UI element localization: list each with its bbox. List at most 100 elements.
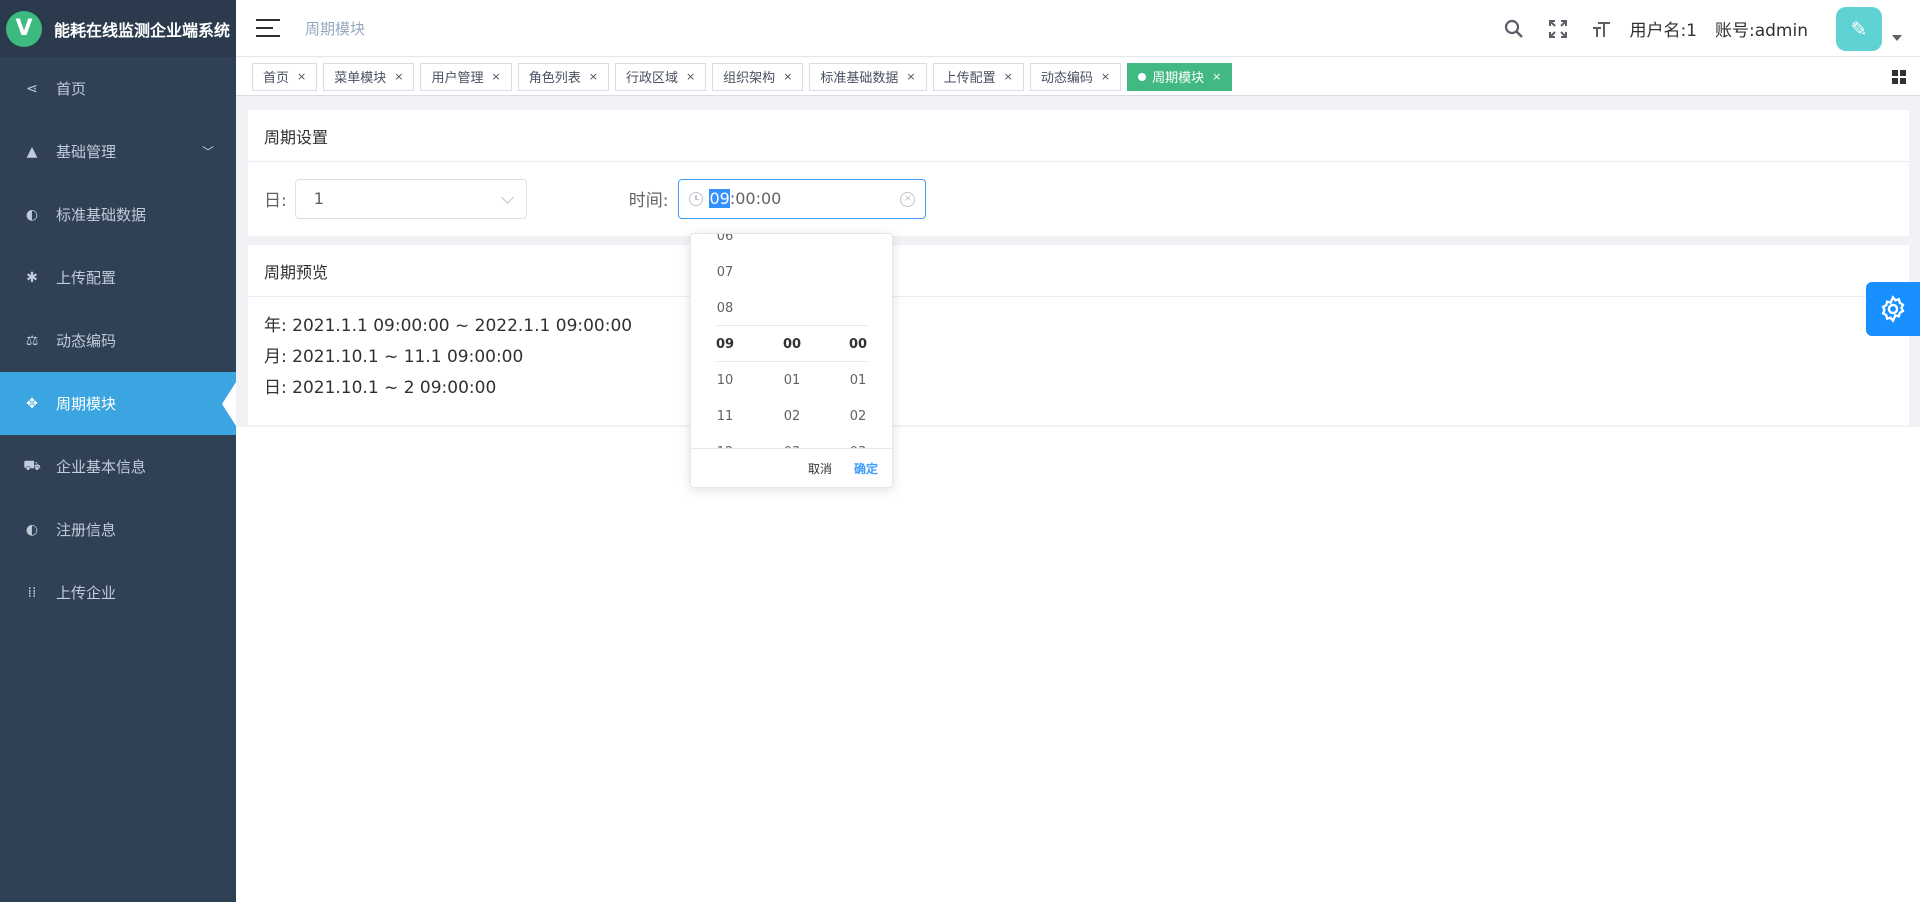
second-option[interactable]: 00 [828,327,888,363]
dots-grid-icon: ⁞⁞ [27,584,37,601]
fullscreen-icon[interactable] [1543,14,1573,44]
tag-label: 组织架构 [723,71,776,86]
sidebar-item-3[interactable]: ✱ 上传配置 [0,246,236,309]
sidebar-item-5[interactable]: ✥ 周期模块 [0,372,236,435]
minute-option[interactable]: 00 [762,327,822,363]
period-settings-card: 周期设置 日: 1 时间: 09:00:00 × [248,110,1909,236]
sidebar-item-1[interactable]: ▲ 基础管理 ﹀ [0,120,236,183]
settings-gear-icon[interactable] [1866,282,1920,336]
cancel-button[interactable]: 取消 [808,460,832,477]
second-column[interactable]: 00010203 [828,327,888,448]
hour-option[interactable]: 09 [695,327,755,363]
tag-9[interactable]: 周期模块 × [1127,62,1233,91]
sidebar-item-2[interactable]: ◐ 标准基础数据 [0,183,236,246]
clock-icon [689,191,704,206]
move-icon: ✥ [26,395,38,412]
close-icon[interactable]: × [783,70,792,83]
tag-label: 行政区域 [625,71,678,86]
account-label: 账号:admin [1715,21,1808,41]
logo-icon: V [6,10,42,47]
top-header: 周期模块 用户名:1 账号:admin ✎ [236,0,1920,57]
period-preview-title: 周期预览 [248,245,1909,297]
tag-6[interactable]: 标准基础数据 × [809,62,927,91]
avatar[interactable]: ✎ [1836,6,1882,51]
car-icon: ⛟ [23,457,41,474]
close-icon[interactable]: × [297,70,306,83]
period-preview-card: 周期预览 年: 2021.1.1 09:00:00 ~ 2022.1.1 09:… [248,245,1909,425]
hour-option[interactable]: 08 [695,291,755,327]
tag-8[interactable]: 动态编码 × [1029,62,1122,91]
second-option[interactable]: 03 [828,435,888,448]
hour-option[interactable]: 12 [695,435,755,448]
tag-3[interactable]: 角色列表 × [517,62,609,91]
close-icon[interactable]: × [589,70,598,83]
tags-view: 首页 × 菜单模块 × 用户管理 × 角色列表 × 行政区域 × 组织架构 × 标准基础数据 × 上传配置 ×… [236,58,1920,96]
preview-lines: 年: 2021.1.1 09:00:00 ~ 2022.1.1 09:00:00… [248,297,1909,418]
tag-2[interactable]: 用户管理 × [420,62,512,91]
caret-down-icon[interactable] [1892,34,1902,41]
close-icon[interactable]: × [394,70,403,83]
sidebar-item-7[interactable]: ◐ 注册信息 [0,498,236,561]
tag-4[interactable]: 行政区域 × [614,62,707,91]
sidebar-item-6[interactable]: ⛟ 企业基本信息 [0,435,236,498]
minute-column[interactable]: 00010203 [762,327,822,448]
search-icon[interactable] [1499,14,1529,44]
confirm-button[interactable]: 确定 [854,460,878,477]
chevron-down-icon: ﹀ [201,145,214,159]
tag-5[interactable]: 组织架构 × [712,62,804,91]
hamburger-icon[interactable] [256,19,280,37]
grid-menu-icon[interactable] [1892,70,1906,84]
area-chart-icon: ▲ [26,143,38,160]
minute-option[interactable]: 03 [762,435,822,448]
sidebar-item-4[interactable]: ⚖ 动态编码 [0,309,236,372]
sidebar: V 能耗在线监测企业端系统 ⋖ 首页 ▲ 基础管理 ﹀ ◐ 标准基础数据 ✱ 上传配置 ⚖ 动态编码… [0,0,236,902]
sidebar-item-label: 首页 [56,80,87,98]
close-icon[interactable]: × [491,70,500,83]
hour-option[interactable]: 10 [695,363,755,399]
time-input-hour: 09 [709,189,730,208]
close-icon[interactable]: × [906,70,915,83]
tag-7[interactable]: 上传配置 × [932,62,1024,91]
app-title: 能耗在线监测企业端系统 [54,20,231,40]
day-select-value: 1 [313,189,324,208]
hour-option[interactable]: 11 [695,399,755,435]
day-label: 日: [264,191,287,211]
minute-option[interactable]: 02 [762,399,822,435]
close-icon[interactable]: × [1004,70,1013,83]
sidebar-item-label: 企业基本信息 [56,458,147,476]
tag-1[interactable]: 菜单模块 × [323,62,415,91]
second-option[interactable]: 01 [828,363,888,399]
sidebar-item-label: 动态编码 [56,332,117,350]
sidebar-item-8[interactable]: ⁞⁞ 上传企业 [0,561,236,624]
second-option[interactable]: 02 [828,399,888,435]
sidebar-item-label: 基础管理 [56,143,117,161]
tag-label: 周期模块 [1152,71,1205,86]
close-icon[interactable]: × [1212,70,1221,83]
chevron-down-icon [500,190,514,204]
hour-column[interactable]: 06070809101112 [695,234,755,448]
scale-icon: ⚖ [25,332,39,349]
time-input[interactable]: 09:00:00 × [678,178,927,219]
tag-label: 标准基础数据 [820,71,899,86]
username-label: 用户名:1 [1629,21,1697,41]
tag-label: 角色列表 [528,71,581,86]
hour-option[interactable]: 06 [695,234,755,255]
day-select[interactable]: 1 [294,178,527,219]
sidebar-item-0[interactable]: ⋖ 首页 [0,57,236,120]
sidebar-item-label: 标准基础数据 [56,206,147,224]
sidebar-menu: ⋖ 首页 ▲ 基础管理 ﹀ ◐ 标准基础数据 ✱ 上传配置 ⚖ 动态编码 ✥ 周期模块 ⛟ 企业基本信息 ◐ 注… [0,57,236,624]
tag-label: 首页 [263,71,290,86]
sidebar-item-label: 周期模块 [56,395,117,413]
breadcrumb[interactable]: 周期模块 [305,18,365,39]
minute-option[interactable]: 01 [762,363,822,399]
close-icon[interactable]: × [1101,70,1110,83]
close-icon[interactable]: × [686,70,695,83]
font-size-icon[interactable] [1587,14,1617,44]
tag-0[interactable]: 首页 × [252,62,318,91]
preview-month: 月: 2021.10.1 ~ 11.1 09:00:00 [264,347,524,367]
time-label: 时间: [628,191,669,211]
hour-option[interactable]: 07 [695,255,755,291]
sidebar-item-label: 注册信息 [56,521,117,539]
clear-icon[interactable]: × [900,191,916,207]
sidebar-item-label: 上传配置 [56,269,117,287]
